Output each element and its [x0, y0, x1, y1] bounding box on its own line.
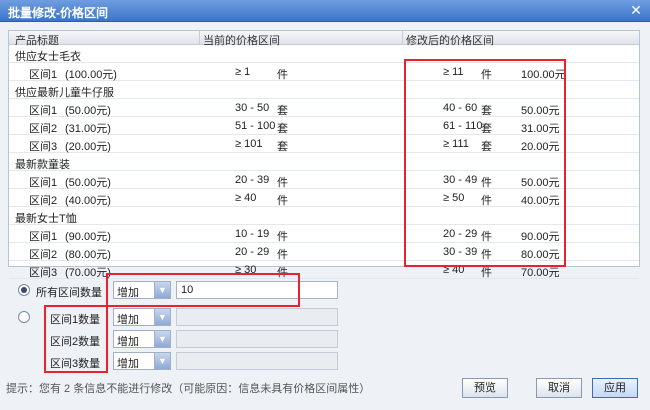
current-unit: 套: [277, 105, 288, 117]
range-name: 区间1: [29, 69, 58, 81]
close-icon[interactable]: ✕: [628, 2, 644, 18]
product-title: 最新女士T恤: [15, 213, 77, 225]
product-title: 供应最新儿童牛仔服: [15, 87, 114, 99]
chevron-down-icon: ▼: [154, 353, 170, 369]
table-header: 产品标题 当前的价格区间 修改后的价格区间: [9, 31, 639, 47]
select-value: 增加: [117, 358, 139, 370]
all-ranges-highlight: [106, 273, 300, 307]
select-value: 增加: [117, 314, 139, 326]
product-title: 最新款童装: [15, 159, 70, 171]
range3-quantity-input[interactable]: [176, 352, 338, 370]
column-divider: [199, 31, 200, 45]
current-unit: 件: [277, 231, 288, 243]
hint-text: 提示：您有 2 条信息不能进行修改（可能原因：信息未具有价格区间属性）: [6, 383, 371, 395]
range-price: (100.00元): [65, 69, 117, 81]
range-price: (50.00元): [65, 177, 111, 189]
range2-quantity-input[interactable]: [176, 330, 338, 348]
title-bar: 批量修改-价格区间 ✕: [0, 0, 650, 22]
range-price: (90.00元): [65, 231, 111, 243]
range-name: 区间1: [29, 231, 58, 243]
range-price: (70.00元): [65, 267, 111, 279]
current-range: 10 - 19: [235, 228, 270, 240]
range-price: (80.00元): [65, 249, 111, 261]
current-range: ≥ 1: [235, 66, 251, 78]
select-value: 增加: [117, 336, 139, 348]
range-price: (50.00元): [65, 105, 111, 117]
apply-button[interactable]: 应用: [592, 378, 638, 398]
preview-button[interactable]: 预览: [462, 378, 508, 398]
current-range: 30 - 50: [235, 102, 270, 114]
range1-operation-select[interactable]: 增加 ▼: [113, 308, 171, 326]
range-name: 区间3: [29, 267, 58, 279]
current-range: 51 - 100: [235, 120, 276, 132]
current-unit: 套: [277, 141, 288, 153]
per-range-radio[interactable]: [18, 311, 30, 323]
range-price: (31.00元): [65, 123, 111, 135]
current-range: ≥ 101: [235, 138, 263, 150]
current-unit: 件: [277, 195, 288, 207]
current-unit: 件: [277, 177, 288, 189]
range-name: 区间1: [29, 105, 58, 117]
current-unit: 套: [277, 123, 288, 135]
current-unit: 件: [277, 69, 288, 81]
chevron-down-icon: ▼: [154, 331, 170, 347]
range-name: 区间2: [29, 195, 58, 207]
cancel-button[interactable]: 取消: [536, 378, 582, 398]
range-name: 区间2: [29, 249, 58, 261]
range-name: 区间3: [29, 141, 58, 153]
window-title: 批量修改-价格区间: [8, 6, 108, 20]
all-ranges-label: 所有区间数量: [36, 287, 102, 299]
range-labels-highlight: [44, 305, 108, 373]
product-title: 供应女士毛衣: [15, 51, 81, 63]
current-range: 20 - 29: [235, 246, 270, 258]
current-range: 20 - 39: [235, 174, 270, 186]
range-price: (40.00元): [65, 195, 111, 207]
range3-operation-select[interactable]: 增加 ▼: [113, 352, 171, 370]
range-name: 区间2: [29, 123, 58, 135]
range2-operation-select[interactable]: 增加 ▼: [113, 330, 171, 348]
current-range: ≥ 40: [235, 192, 257, 204]
range-name: 区间1: [29, 177, 58, 189]
current-unit: 件: [277, 249, 288, 261]
chevron-down-icon: ▼: [154, 309, 170, 325]
range-price: (20.00元): [65, 141, 111, 153]
all-ranges-radio[interactable]: [18, 284, 30, 296]
column-divider: [402, 31, 403, 45]
new-range-highlight: [404, 59, 566, 267]
range1-quantity-input[interactable]: [176, 308, 338, 326]
